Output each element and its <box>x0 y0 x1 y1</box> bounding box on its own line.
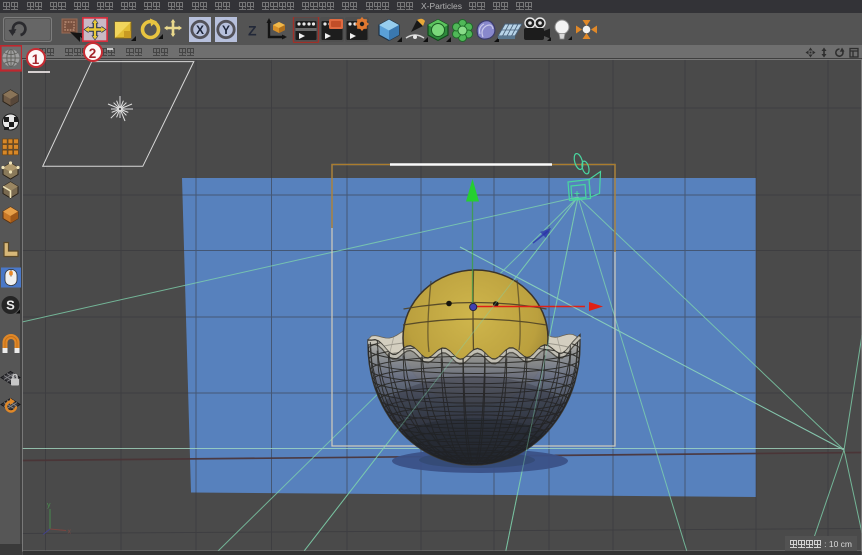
svg-text:Y: Y <box>222 23 230 37</box>
svg-text:x: x <box>68 529 72 536</box>
svg-text:S: S <box>6 298 15 313</box>
svg-text:X: X <box>196 23 204 37</box>
svg-text:Z: Z <box>248 23 257 39</box>
svg-text:y: y <box>47 502 51 509</box>
